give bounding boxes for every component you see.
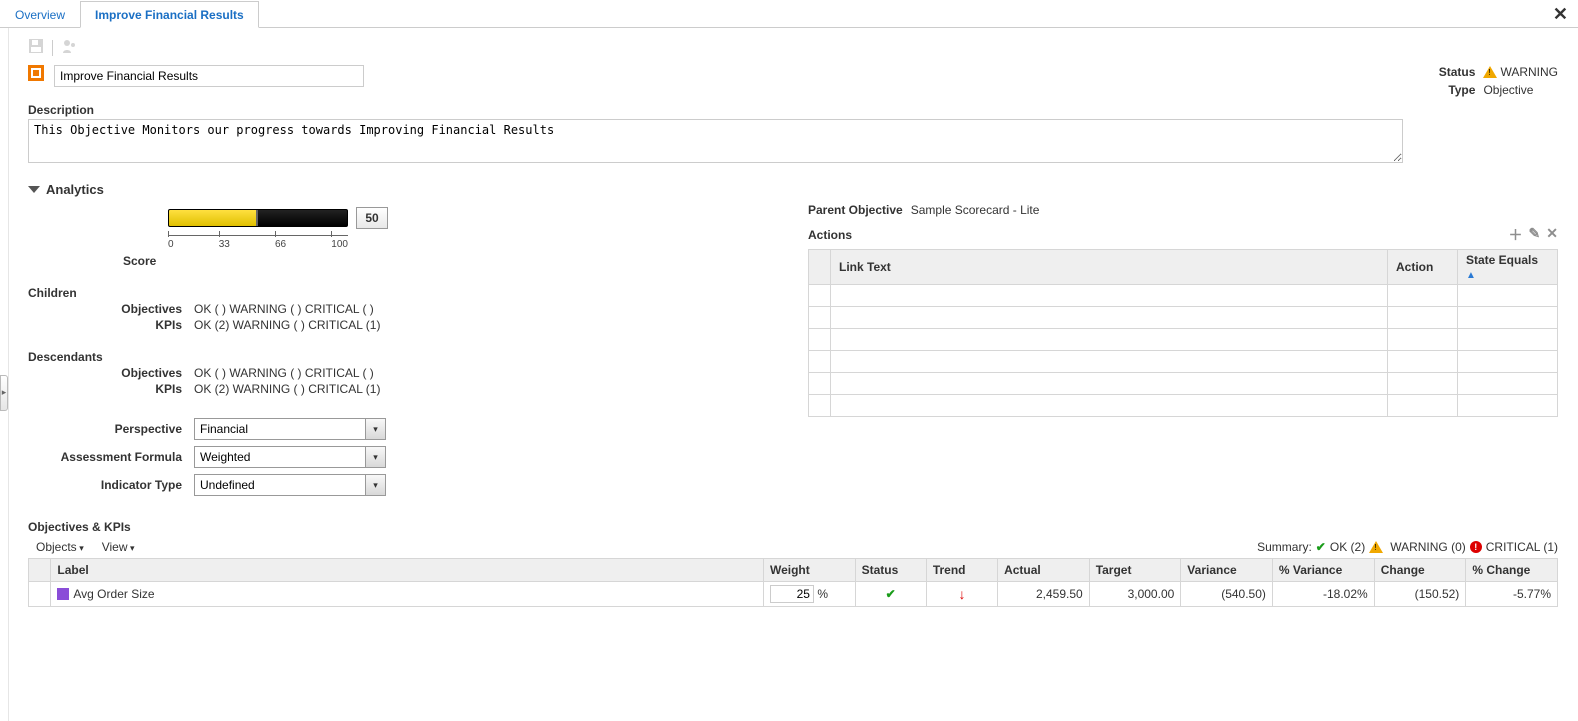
critical-icon: ! [1470, 541, 1482, 553]
descendants-kpis-label: KPIs [28, 382, 194, 396]
table-row[interactable]: Avg Order Size % ✔ ↓ 2,459.50 3,000.00 (… [29, 582, 1558, 607]
children-header: Children [28, 286, 768, 300]
descendants-kpis-value: OK (2) WARNING ( ) CRITICAL (1) [194, 382, 380, 396]
indicator-type-dropdown-button[interactable] [366, 474, 386, 496]
trend-down-icon: ↓ [958, 586, 965, 602]
parent-objective-value: Sample Scorecard - Lite [911, 203, 1040, 217]
actual-value: 2,459.50 [998, 582, 1090, 607]
left-rail: ▸ [0, 28, 9, 721]
variance-value: (540.50) [1181, 582, 1273, 607]
table-row[interactable] [809, 285, 1558, 307]
children-kpis-label: KPIs [28, 318, 194, 332]
status-value: WARNING [1483, 65, 1558, 79]
col-pchange[interactable]: % Change [1466, 559, 1558, 582]
add-action-icon[interactable]: ＋ [1509, 225, 1523, 245]
objects-menu[interactable]: Objects [36, 540, 84, 554]
view-menu[interactable]: View [102, 540, 135, 554]
warning-icon [1483, 66, 1497, 78]
target-value: 3,000.00 [1089, 582, 1181, 607]
col-variance[interactable]: Variance [1181, 559, 1273, 582]
weight-input[interactable] [770, 585, 814, 603]
col-status[interactable]: Status [855, 559, 926, 582]
perspective-dropdown-button[interactable] [366, 418, 386, 440]
assessment-formula-select[interactable] [194, 446, 366, 468]
table-row[interactable] [809, 395, 1558, 417]
children-objectives-label: Objectives [28, 302, 194, 316]
table-row[interactable] [809, 329, 1558, 351]
score-gauge: 50 [168, 207, 768, 229]
table-row[interactable] [809, 373, 1558, 395]
col-target[interactable]: Target [1089, 559, 1181, 582]
type-label: Type [1439, 83, 1476, 97]
descendants-objectives-label: Objectives [28, 366, 194, 380]
tab-overview[interactable]: Overview [0, 1, 80, 27]
ok-icon: ✔ [886, 587, 896, 601]
descendants-objectives-value: OK ( ) WARNING ( ) CRITICAL ( ) [194, 366, 374, 380]
assessment-formula-dropdown-button[interactable] [366, 446, 386, 468]
col-change[interactable]: Change [1374, 559, 1466, 582]
type-value: Objective [1483, 83, 1558, 97]
col-weight[interactable]: Weight [763, 559, 855, 582]
assessment-formula-label: Assessment Formula [28, 450, 194, 464]
pchange-value: -5.77% [1466, 582, 1558, 607]
actions-table: Link Text Action State Equals ▲ [808, 249, 1558, 417]
col-trend[interactable]: Trend [926, 559, 997, 582]
save-icon[interactable] [28, 38, 44, 57]
change-value: (150.52) [1374, 582, 1466, 607]
objectives-kpis-table: Label Weight Status Trend Actual Target … [28, 558, 1558, 607]
summary-bar: Summary: ✔OK (2) WARNING (0) !CRITICAL (… [1257, 540, 1558, 554]
kpi-label[interactable]: Avg Order Size [51, 582, 764, 607]
score-value: 50 [356, 207, 388, 229]
objective-title-input[interactable] [54, 65, 364, 87]
descendants-header: Descendants [28, 350, 768, 364]
description-input[interactable]: This Objective Monitors our progress tow… [28, 119, 1403, 163]
perspective-select[interactable] [194, 418, 366, 440]
edit-action-icon[interactable]: ✎ [1529, 225, 1541, 245]
pvariance-value: -18.02% [1272, 582, 1374, 607]
children-objectives-value: OK ( ) WARNING ( ) CRITICAL ( ) [194, 302, 374, 316]
analytics-header[interactable]: Analytics [28, 182, 1558, 197]
ok-icon: ✔ [1316, 540, 1326, 554]
actions-col-action[interactable]: Action [1388, 250, 1458, 285]
gauge-ticks: 03366100 [168, 239, 348, 250]
score-label: Score [123, 254, 768, 268]
col-pvariance[interactable]: % Variance [1272, 559, 1374, 582]
contact-owner-icon[interactable] [61, 38, 77, 57]
warning-icon [1369, 541, 1383, 553]
col-actual[interactable]: Actual [998, 559, 1090, 582]
objective-icon [28, 65, 44, 81]
actions-col-link[interactable]: Link Text [831, 250, 1388, 285]
kpi-icon [57, 588, 69, 600]
collapse-icon [28, 186, 40, 193]
actions-label: Actions [808, 228, 852, 242]
expand-rail-handle[interactable]: ▸ [0, 375, 8, 411]
tab-improve-financial-results[interactable]: Improve Financial Results [80, 1, 259, 28]
delete-action-icon[interactable]: ✕ [1546, 225, 1558, 245]
perspective-label: Perspective [28, 422, 194, 436]
col-label[interactable]: Label [51, 559, 764, 582]
indicator-type-select[interactable] [194, 474, 366, 496]
actions-col-state[interactable]: State Equals ▲ [1458, 250, 1558, 285]
tab-bar: Overview Improve Financial Results ✕ [0, 0, 1578, 28]
objectives-kpis-header: Objectives & KPIs [28, 520, 1558, 534]
table-row[interactable] [809, 351, 1558, 373]
status-label: Status [1439, 65, 1476, 79]
sort-asc-icon: ▲ [1466, 270, 1476, 281]
table-row[interactable] [809, 307, 1558, 329]
parent-objective-label: Parent Objective [808, 203, 903, 217]
children-kpis-value: OK (2) WARNING ( ) CRITICAL (1) [194, 318, 380, 332]
actions-col-handle [809, 250, 831, 285]
close-icon[interactable]: ✕ [1543, 2, 1578, 27]
description-label: Description [28, 103, 1558, 117]
indicator-type-label: Indicator Type [28, 478, 194, 492]
mini-toolbar [28, 34, 1558, 65]
